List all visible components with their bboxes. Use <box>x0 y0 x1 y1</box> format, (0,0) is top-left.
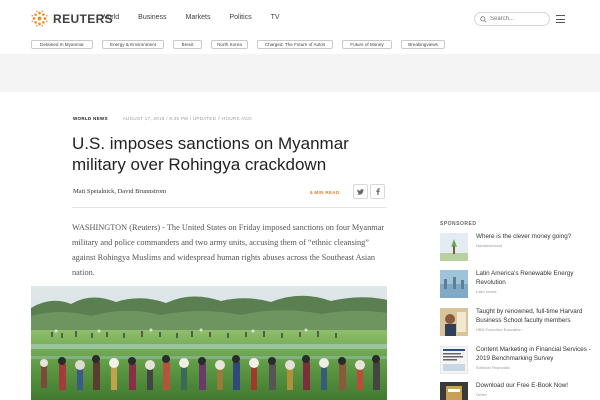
topic-pill-energy-environment[interactable]: Energy & Environment <box>102 40 164 49</box>
sponsored-item-title[interactable]: Content Marketing in Financial Services … <box>476 346 591 364</box>
nav-item-markets[interactable]: Markets <box>186 14 211 21</box>
sponsored-item-source: HBS Executive Education <box>476 326 522 332</box>
article-authors[interactable]: Matt Spetalnick, David Brunnstrom <box>73 188 166 195</box>
nav-item-tv[interactable]: TV <box>271 14 280 21</box>
sponsored-thumbnail <box>440 233 468 261</box>
refugees-crossing-field-image <box>31 286 387 400</box>
article-lead-paragraph: WASHINGTON (Reuters) - The United States… <box>72 223 385 277</box>
topic-pill-north-korea[interactable]: North Korea <box>211 40 248 49</box>
sponsored-item-title[interactable]: Where is the clever money going? <box>476 233 591 242</box>
byline-divider <box>72 207 387 208</box>
twitter-share-button[interactable] <box>353 184 368 199</box>
sponsored-thumbnail <box>440 346 468 374</box>
topic-pill-detained-in-myanmar[interactable]: Detained In Myanmar <box>31 40 93 49</box>
sponsored-item[interactable]: Where is the clever money going? Hardwic… <box>440 233 590 263</box>
sponsored-item-source: Editorial Financials <box>476 364 510 370</box>
sponsored-item[interactable]: Latin America's Renewable Energy Revolut… <box>440 270 590 300</box>
nav-item-world[interactable]: World <box>101 14 119 21</box>
facebook-icon <box>375 188 380 195</box>
main-nav: World Business Markets Politics TV <box>101 14 299 21</box>
search-icon[interactable] <box>480 15 487 23</box>
sponsored-item[interactable]: Taught by renowned, full-time Harvard Bu… <box>440 308 590 338</box>
sponsored-item-title[interactable]: Taught by renowned, full-time Harvard Bu… <box>476 308 591 326</box>
hamburger-menu-icon[interactable] <box>556 15 565 23</box>
nav-item-business[interactable]: Business <box>138 14 166 21</box>
facebook-share-button[interactable] <box>370 184 385 199</box>
sponsored-item-source: Latin Invest <box>476 288 497 294</box>
sponsored-item-source: Orbex <box>476 391 487 397</box>
sponsored-label: SPONSORED <box>440 221 477 227</box>
sponsored-item-title[interactable]: Download our Free E-Book Now! <box>476 382 591 391</box>
sponsored-thumbnail <box>440 308 468 336</box>
read-time-badge: 6 MIN READ <box>310 190 340 195</box>
sponsored-item-title[interactable]: Latin America's Renewable Energy Revolut… <box>476 270 591 288</box>
topic-pill-charged-future-of-autos[interactable]: Charged: The Future of Autos <box>257 40 333 49</box>
article-dateline: AUGUST 17, 2018 / 6:25 PM / UPDATED 7 HO… <box>122 116 252 121</box>
search-box[interactable] <box>474 12 550 26</box>
search-input[interactable] <box>490 16 546 22</box>
site-header: REUTERS World Business Markets Politics … <box>0 0 600 38</box>
twitter-icon <box>357 188 364 195</box>
sponsored-item[interactable]: Download our Free E-Book Now! Orbex <box>440 382 590 400</box>
sponsored-item[interactable]: Content Marketing in Financial Services … <box>440 346 591 376</box>
sponsored-thumbnail <box>440 270 468 298</box>
topic-bar: Detained In Myanmar Energy & Environment… <box>31 40 454 49</box>
article-meta: WORLD NEWS AUGUST 17, 2018 / 6:25 PM / U… <box>73 116 252 121</box>
section-kicker[interactable]: WORLD NEWS <box>73 116 108 121</box>
topic-pill-brexit[interactable]: Brexit <box>173 40 202 49</box>
article-headline: U.S. imposes sanctions on Myanmar milita… <box>72 134 349 174</box>
topic-pill-future-of-money[interactable]: Future of Money <box>342 40 392 49</box>
byline-row: Matt Spetalnick, David Brunnstrom 6 MIN … <box>72 184 387 204</box>
ad-banner-placeholder <box>0 54 600 92</box>
sponsored-item-source: Hardwickcloud <box>476 242 503 248</box>
article-photo[interactable] <box>31 286 387 400</box>
nav-item-politics[interactable]: Politics <box>229 14 251 21</box>
sponsored-thumbnail <box>440 382 468 400</box>
reuters-logo-icon <box>31 10 48 27</box>
topic-pill-breakingviews[interactable]: Breakingviews <box>401 40 445 49</box>
